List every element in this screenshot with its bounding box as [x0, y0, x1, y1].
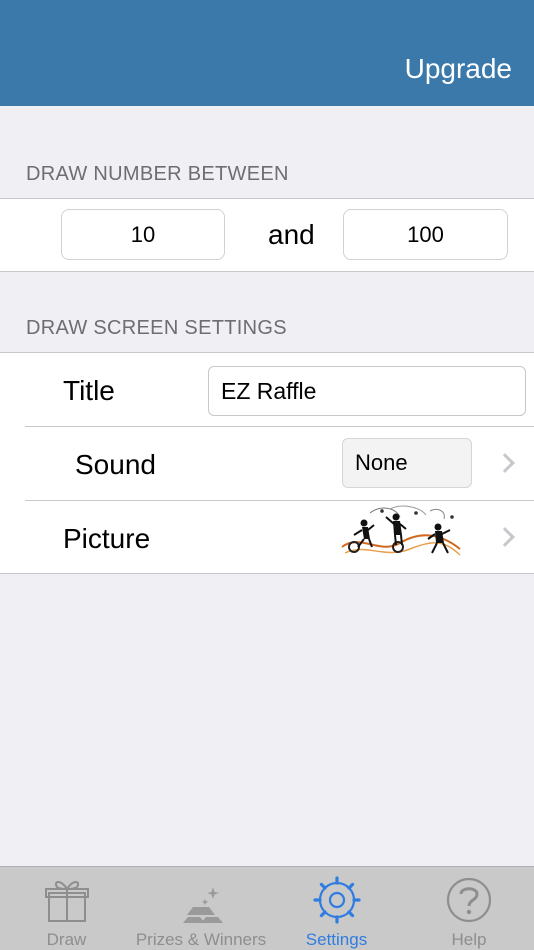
title-label: Title — [63, 375, 115, 406]
tab-draw-label: Draw — [46, 930, 87, 949]
tab-draw[interactable]: Draw — [0, 867, 133, 950]
navigation-bar: Upgrade — [0, 0, 534, 106]
tab-bar: Draw Prizes & Winners Settings Help — [0, 866, 534, 950]
max-number-field[interactable]: 100 — [343, 209, 508, 260]
sound-label: Sound — [75, 449, 156, 480]
question-icon — [446, 877, 492, 923]
tab-help-label: Help — [451, 930, 487, 949]
and-label: and — [268, 219, 315, 250]
gift-icon — [44, 881, 89, 922]
min-number-field[interactable]: 10 — [61, 209, 225, 260]
picture-thumbnail[interactable] — [340, 503, 462, 559]
draw-range-group: 10 and 100 — [0, 198, 534, 272]
gear-icon — [312, 876, 361, 924]
picture-label: Picture — [63, 523, 151, 554]
title-input[interactable]: EZ Raffle — [208, 366, 526, 416]
screen-settings-group: Title EZ Raffle Sound None Picture — [0, 352, 534, 574]
sound-value[interactable]: None — [342, 438, 472, 488]
gold-bars-icon — [183, 887, 223, 923]
tab-prizes-winners[interactable]: Prizes & Winners — [133, 867, 269, 950]
tab-help[interactable]: Help — [404, 867, 534, 950]
tab-settings-label: Settings — [305, 930, 368, 949]
screen-settings-header: DRAW SCREEN SETTINGS — [26, 317, 287, 339]
tab-settings[interactable]: Settings — [269, 867, 404, 950]
upgrade-button[interactable]: Upgrade — [405, 52, 512, 86]
tab-prizes-winners-label: Prizes & Winners — [135, 930, 267, 949]
draw-range-header: DRAW NUMBER BETWEEN — [26, 163, 289, 185]
